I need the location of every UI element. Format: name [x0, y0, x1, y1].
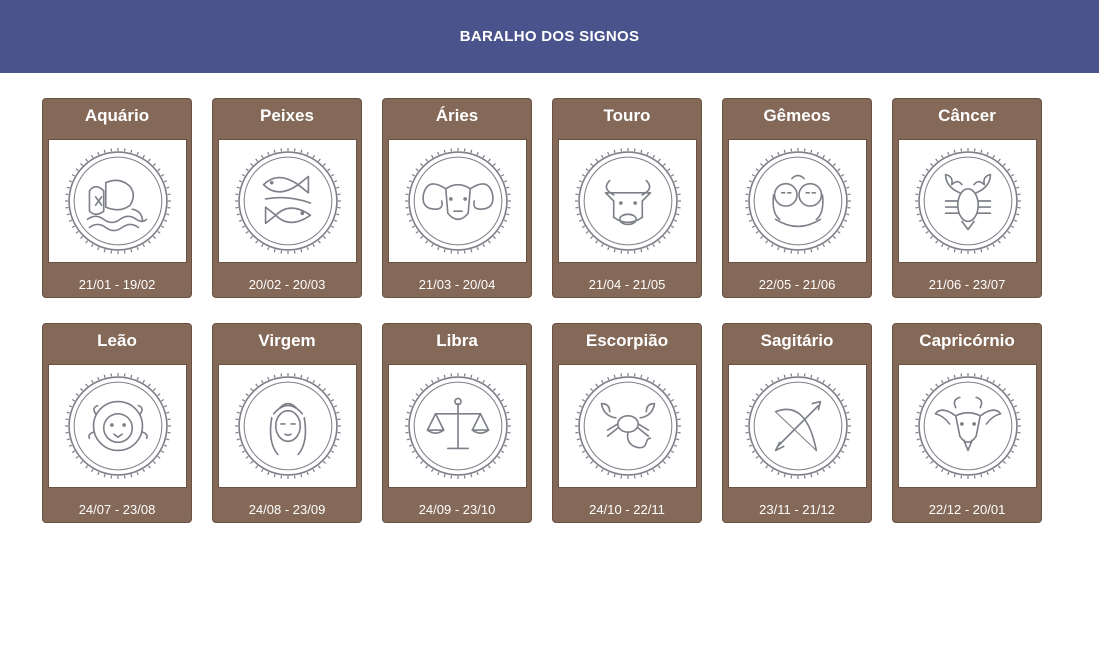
sign-card[interactable]: Capricórnio 22/12 - 20/01: [892, 323, 1042, 523]
sign-dates: 22/05 - 21/06: [758, 277, 836, 292]
sign-dates: 21/04 - 21/05: [588, 277, 666, 292]
sign-name: Leão: [97, 331, 137, 350]
leo-icon: [48, 364, 187, 488]
sign-dates: 20/02 - 20/03: [248, 277, 326, 292]
sign-dates: 23/11 - 21/12: [759, 502, 835, 517]
sign-name: Capricórnio: [919, 331, 1015, 350]
sign-dates: 22/12 - 20/01: [928, 502, 1006, 517]
sign-card[interactable]: Gêmeos 22/05 - 21/06: [722, 98, 872, 298]
sign-name: Peixes: [260, 106, 314, 125]
libra-icon: [388, 364, 527, 488]
sign-card[interactable]: Virgem 24/08 - 23/09: [212, 323, 362, 523]
sign-name: Gêmeos: [763, 106, 831, 125]
pisces-icon: [218, 139, 357, 263]
page-title: BARALHO DOS SIGNOS: [459, 28, 640, 45]
app-header: BARALHO DOS SIGNOS: [0, 0, 1099, 73]
sign-dates: 21/03 - 20/04: [418, 277, 496, 292]
gemini-icon: [728, 139, 867, 263]
sign-dates: 24/09 - 23/10: [418, 502, 496, 517]
taurus-icon: [558, 139, 697, 263]
sagittarius-icon: [728, 364, 867, 488]
sign-name: Touro: [603, 106, 651, 125]
sign-card[interactable]: Aquário 21/01 - 19/02: [42, 98, 192, 298]
virgo-icon: [218, 364, 357, 488]
sign-dates: 21/06 - 23/07: [928, 277, 1006, 292]
scorpio-icon: [558, 364, 697, 488]
sign-card[interactable]: Sagitário 23/11 - 21/12: [722, 323, 872, 523]
sign-dates: 24/07 - 23/08: [78, 502, 156, 517]
sign-card[interactable]: Libra 24/09 - 23/10: [382, 323, 532, 523]
sign-card[interactable]: Áries 21/03 - 20/04: [382, 98, 532, 298]
sign-card[interactable]: Leão 24/07 - 23/08: [42, 323, 192, 523]
sign-dates: 24/08 - 23/09: [248, 502, 326, 517]
sign-name: Câncer: [938, 106, 996, 125]
sign-name: Sagitário: [760, 331, 834, 350]
aries-icon: [388, 139, 527, 263]
capricorn-icon: [898, 364, 1037, 488]
sign-name: Virgem: [258, 331, 316, 350]
sign-card-grid: Aquário 21/01 - 19/02 Peixes 20/02 - 20/0…: [42, 98, 1042, 523]
sign-name: Aquário: [84, 106, 150, 125]
sign-name: Libra: [436, 331, 478, 350]
sign-card[interactable]: Peixes 20/02 - 20/03: [212, 98, 362, 298]
cancer-icon: [898, 139, 1037, 263]
aquarius-icon: [48, 139, 187, 263]
sign-name: Áries: [435, 106, 479, 125]
sign-card[interactable]: Escorpião 24/10 - 22/11: [552, 323, 702, 523]
sign-dates: 21/01 - 19/02: [78, 277, 156, 292]
sign-dates: 24/10 - 22/11: [589, 502, 665, 517]
sign-name: Escorpião: [585, 331, 669, 350]
sign-card[interactable]: Touro 21/04 - 21/05: [552, 98, 702, 298]
sign-card[interactable]: Câncer 21/06 - 23/07: [892, 98, 1042, 298]
